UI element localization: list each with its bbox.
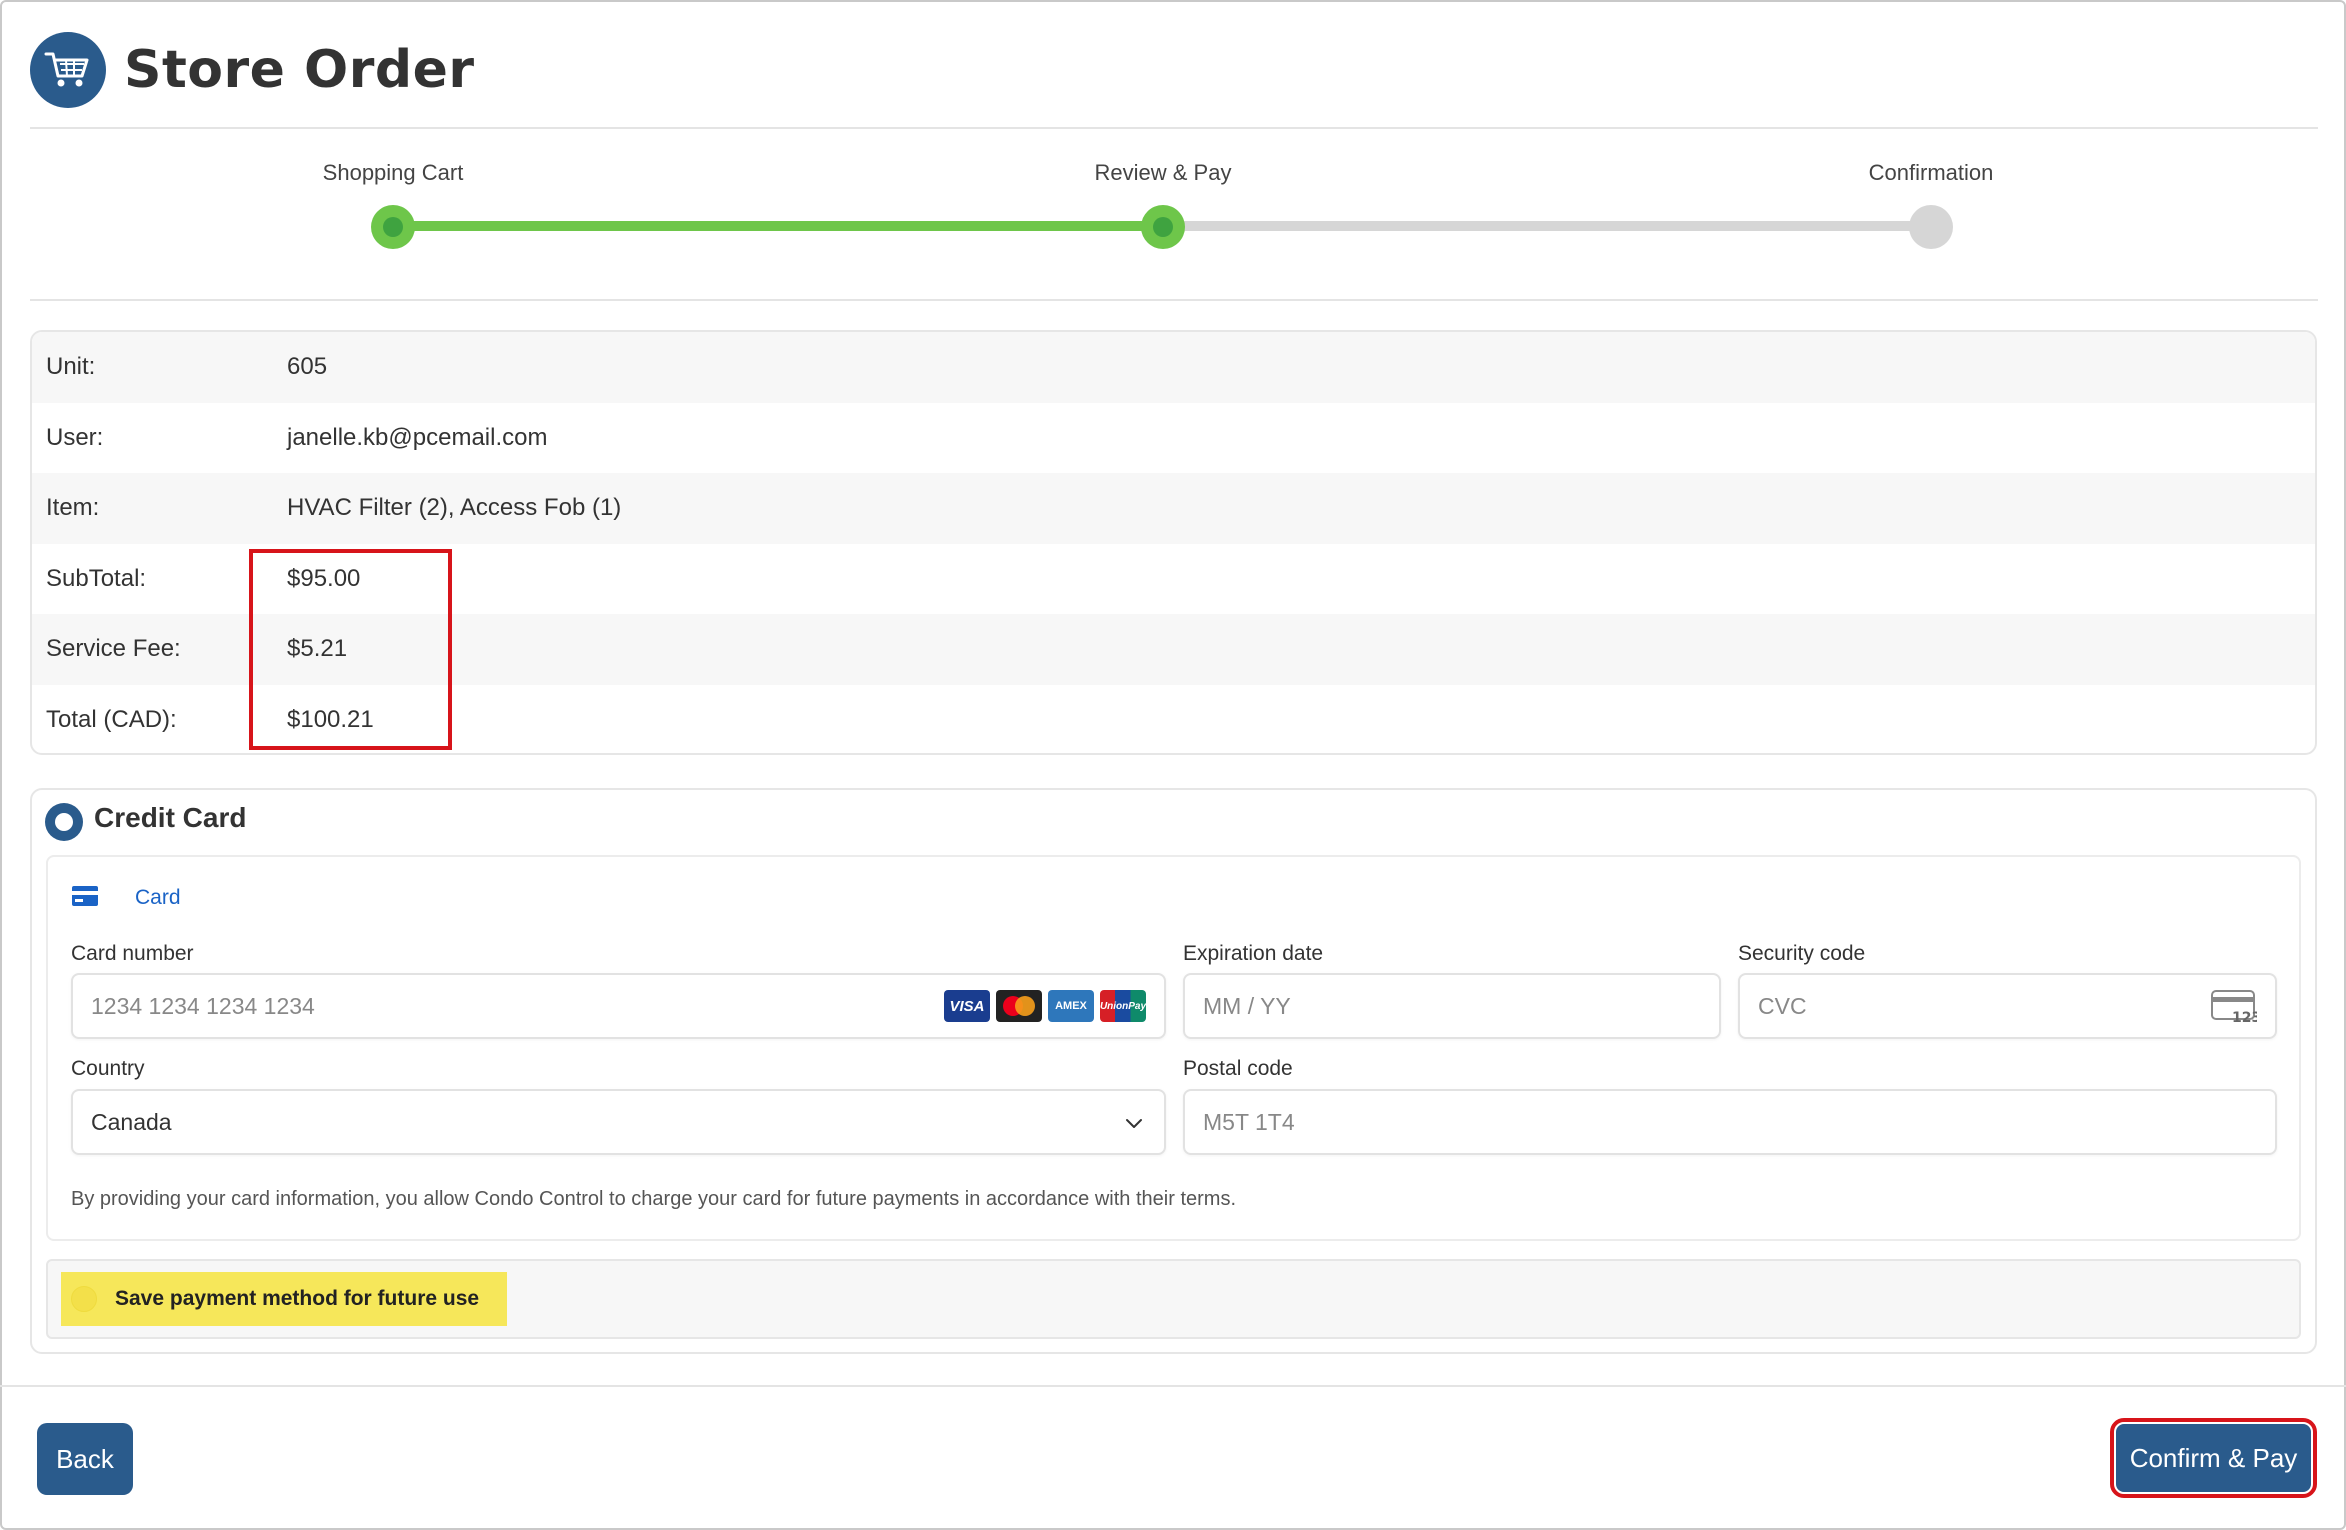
save-payment-radio[interactable] <box>71 1286 97 1312</box>
credit-card-icon <box>72 886 98 906</box>
card-number-placeholder: 1234 1234 1234 1234 <box>91 992 315 1019</box>
postal-code-input[interactable]: M5T 1T4 <box>1183 1089 2277 1155</box>
step-label-shopping-cart: Shopping Cart <box>322 160 464 185</box>
divider <box>30 127 2318 129</box>
security-code-input[interactable]: CVC 123 <box>1738 973 2277 1039</box>
amex-icon: AMEX <box>1048 990 1094 1022</box>
security-code-label: Security code <box>1738 942 1866 965</box>
page-header: Store Order <box>30 30 475 110</box>
payment-method-title: Credit Card <box>94 802 247 833</box>
price-highlight-annotation <box>249 549 452 750</box>
mastercard-icon <box>996 990 1042 1022</box>
country-label: Country <box>71 1057 145 1080</box>
step-dot-review-pay <box>1141 205 1185 249</box>
progress-track-completed <box>393 221 1163 231</box>
divider <box>30 299 2318 301</box>
summary-label: Unit: <box>46 353 96 381</box>
step-label-review-pay: Review & Pay <box>1094 160 1232 185</box>
security-code-placeholder: CVC <box>1758 992 1807 1019</box>
summary-row-item: Item: HVAC Filter (2), Access Fob (1) <box>32 473 2315 544</box>
summary-value: $5.21 <box>287 635 348 663</box>
credit-card-radio[interactable] <box>45 803 83 841</box>
summary-value: 605 <box>287 353 328 381</box>
page-title: Store Order <box>124 40 475 100</box>
postal-code-label: Postal code <box>1183 1057 1293 1080</box>
step-dot-shopping-cart <box>371 205 415 249</box>
expiration-label: Expiration date <box>1183 942 1324 965</box>
progress-track-remaining <box>1163 221 1931 231</box>
shopping-cart-icon <box>30 32 106 108</box>
summary-value: janelle.kb@pcemail.com <box>287 423 548 451</box>
expiration-input[interactable]: MM / YY <box>1183 973 1721 1039</box>
summary-row-unit: Unit: 605 <box>32 332 2315 403</box>
cvc-icon-text: 123 <box>2232 1010 2257 1025</box>
save-payment-option[interactable]: Save payment method for future use <box>61 1272 507 1326</box>
visa-icon: VISA <box>944 990 990 1022</box>
country-select[interactable]: Canada <box>71 1089 1166 1155</box>
save-payment-label: Save payment method for future use <box>115 1287 480 1310</box>
summary-value: $95.00 <box>287 564 361 592</box>
card-brand-icons: VISA AMEX UnionPay <box>944 990 1146 1022</box>
postal-code-placeholder: M5T 1T4 <box>1203 1108 1295 1135</box>
summary-value: HVAC Filter (2), Access Fob (1) <box>287 494 622 522</box>
card-number-input[interactable]: 1234 1234 1234 1234 VISA AMEX UnionPay <box>71 973 1166 1039</box>
step-dot-confirmation <box>1909 205 1953 249</box>
back-button[interactable]: Back <box>37 1423 133 1495</box>
summary-label: User: <box>46 423 104 451</box>
confirm-pay-button[interactable]: Confirm & Pay <box>2116 1424 2311 1492</box>
summary-label: Item: <box>46 494 100 522</box>
card-terms-text: By providing your card information, you … <box>71 1188 1236 1210</box>
unionpay-icon: UnionPay <box>1100 990 1146 1022</box>
country-value: Canada <box>91 1108 172 1135</box>
card-number-label: Card number <box>71 942 194 965</box>
expiration-placeholder: MM / YY <box>1203 992 1291 1019</box>
step-label-confirmation: Confirmation <box>1868 160 1994 185</box>
chevron-down-icon <box>1126 1119 1142 1128</box>
footer-divider <box>0 1385 2346 1387</box>
summary-value: $100.21 <box>287 705 374 733</box>
card-tab[interactable]: Card <box>135 886 181 910</box>
summary-row-user: User: janelle.kb@pcemail.com <box>32 403 2315 474</box>
card-form <box>46 855 2301 1241</box>
cvc-card-icon: 123 <box>2211 990 2257 1025</box>
confirm-pay-highlight: Confirm & Pay <box>2110 1418 2317 1498</box>
